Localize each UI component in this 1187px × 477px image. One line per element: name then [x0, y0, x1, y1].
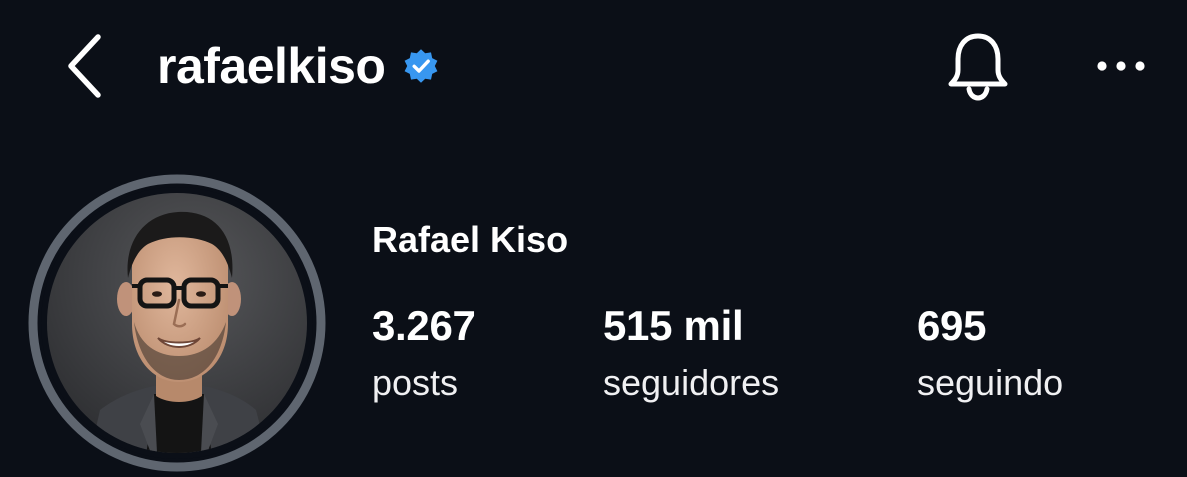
bell-icon	[948, 33, 1008, 101]
more-horizontal-icon	[1097, 61, 1145, 71]
profile-photo	[28, 174, 326, 472]
avatar[interactable]	[28, 174, 326, 472]
back-button[interactable]	[58, 30, 110, 102]
display-name: Rafael Kiso	[372, 219, 569, 260]
following-count: 695	[917, 302, 987, 349]
followers-count: 515 mil	[603, 302, 744, 349]
following-stat[interactable]: 695 seguindo	[917, 305, 1063, 401]
posts-label: posts	[372, 362, 459, 403]
posts-count: 3.267	[372, 302, 476, 349]
followers-label: seguidores	[603, 362, 780, 403]
notifications-button[interactable]	[940, 28, 1016, 104]
followers-stat[interactable]: 515 mil seguidores	[603, 305, 779, 401]
username-header: rafaelkiso	[157, 33, 440, 99]
more-options-button[interactable]	[1090, 40, 1152, 92]
profile-screen: rafaelkiso Rafael Kiso 3.267 posts 515 m…	[0, 0, 1187, 477]
posts-stat[interactable]: 3.267 posts	[372, 305, 476, 401]
verified-badge-icon	[402, 47, 440, 85]
following-label: seguindo	[917, 362, 1064, 403]
username: rafaelkiso	[157, 38, 386, 94]
chevron-left-icon	[68, 34, 101, 98]
